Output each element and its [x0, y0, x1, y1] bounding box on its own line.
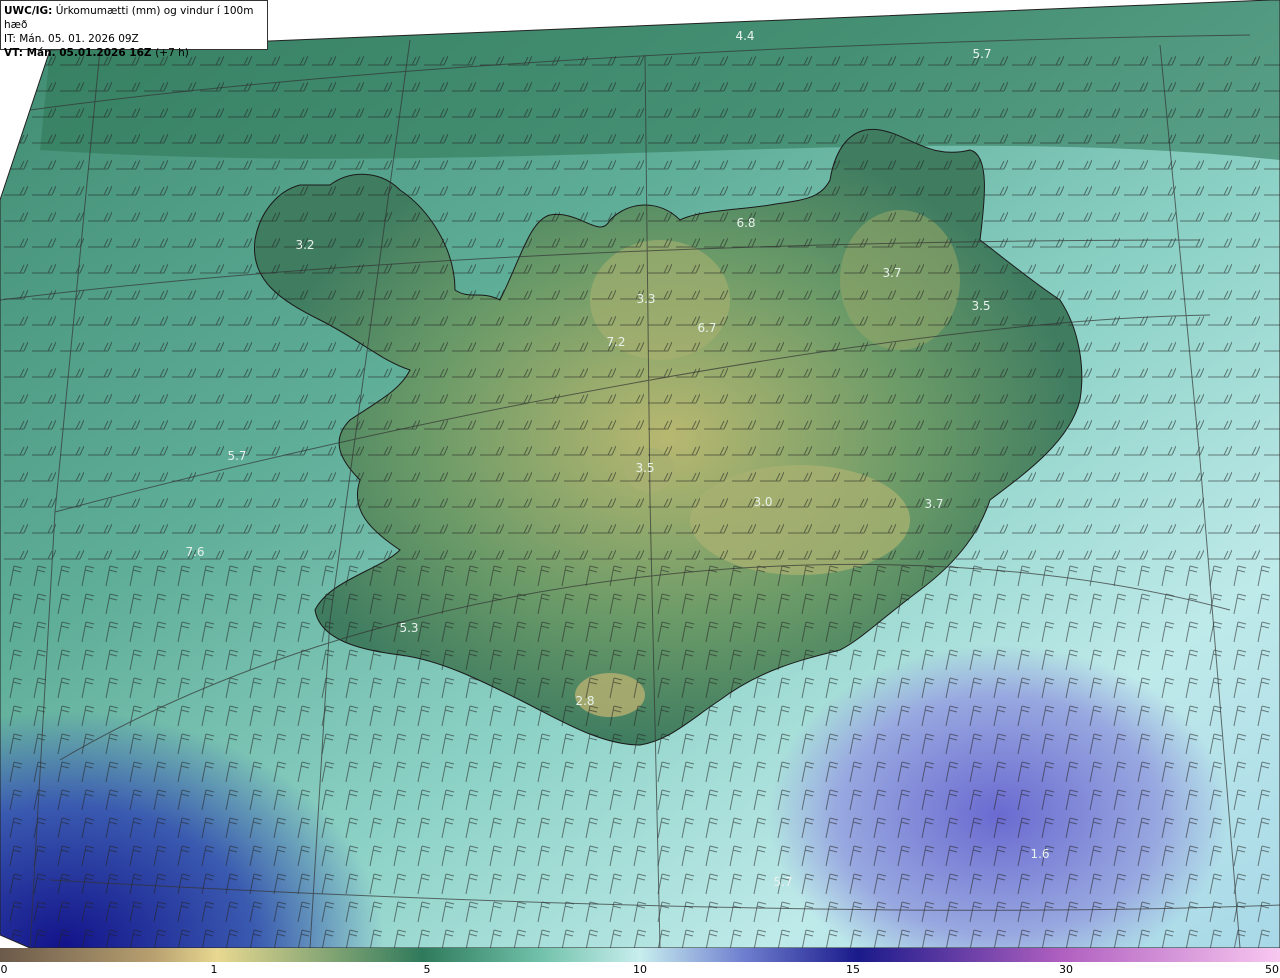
map-value-label: 5.7 [972, 47, 991, 61]
map-value-label: 7.6 [185, 545, 204, 559]
colorbar-tick-label: 10 [633, 963, 647, 976]
map-value-label: 4.4 [735, 29, 754, 43]
map-value-label: 3.3 [636, 292, 655, 306]
colorbar-tick-label: 50 [1265, 963, 1279, 976]
map-value-label: 5.3 [399, 621, 418, 635]
map-value-label: 1.6 [1030, 847, 1049, 861]
map-value-label: 3.5 [971, 299, 990, 313]
colorbar-tick-label: 1 [210, 963, 218, 976]
map-value-label: 2.8 [575, 694, 594, 708]
map-value-label: 5.7 [773, 875, 792, 889]
colorbar-tick-label: 5 [423, 963, 431, 976]
map-value-label: 3.7 [924, 497, 943, 511]
precipitable-water-map: 4.4 5.7 3.2 6.8 3.7 3.5 3.3 6.7 7.2 3.5 3.0 3.7 5.7 7… [0, 0, 1280, 948]
issue-time: IT: Mán. 05. 01. 2026 09Z [4, 33, 139, 45]
map-value-label: 3.7 [882, 266, 901, 280]
colorbar-tick-label: 0 [0, 963, 8, 976]
lead-time: (+7 h) [155, 47, 189, 59]
valid-time: Mán. 05.01.2026 16Z [26, 47, 152, 59]
product-name: UWC/IG: [4, 5, 53, 17]
map-value-label: 6.7 [697, 321, 716, 335]
map-value-label: 7.2 [606, 335, 625, 349]
map-title-box: UWC/IG: Úrkomumætti (mm) og vindur í 100… [0, 0, 268, 59]
map-value-label: 3.5 [635, 461, 654, 475]
colorbar-tick-label: 30 [1059, 963, 1073, 976]
map-value-label: 6.8 [736, 216, 755, 230]
weather-map-view: 4.4 5.7 3.2 6.8 3.7 3.5 3.3 6.7 7.2 3.5 3.0 3.7 5.7 7… [0, 0, 1280, 978]
map-value-label: 3.0 [753, 495, 772, 509]
valid-prefix: VT: [4, 47, 23, 59]
map-value-label: 3.2 [295, 238, 314, 252]
colorbar [0, 948, 1280, 962]
colorbar-tick-label: 15 [846, 963, 860, 976]
map-value-label: 5.7 [227, 449, 246, 463]
